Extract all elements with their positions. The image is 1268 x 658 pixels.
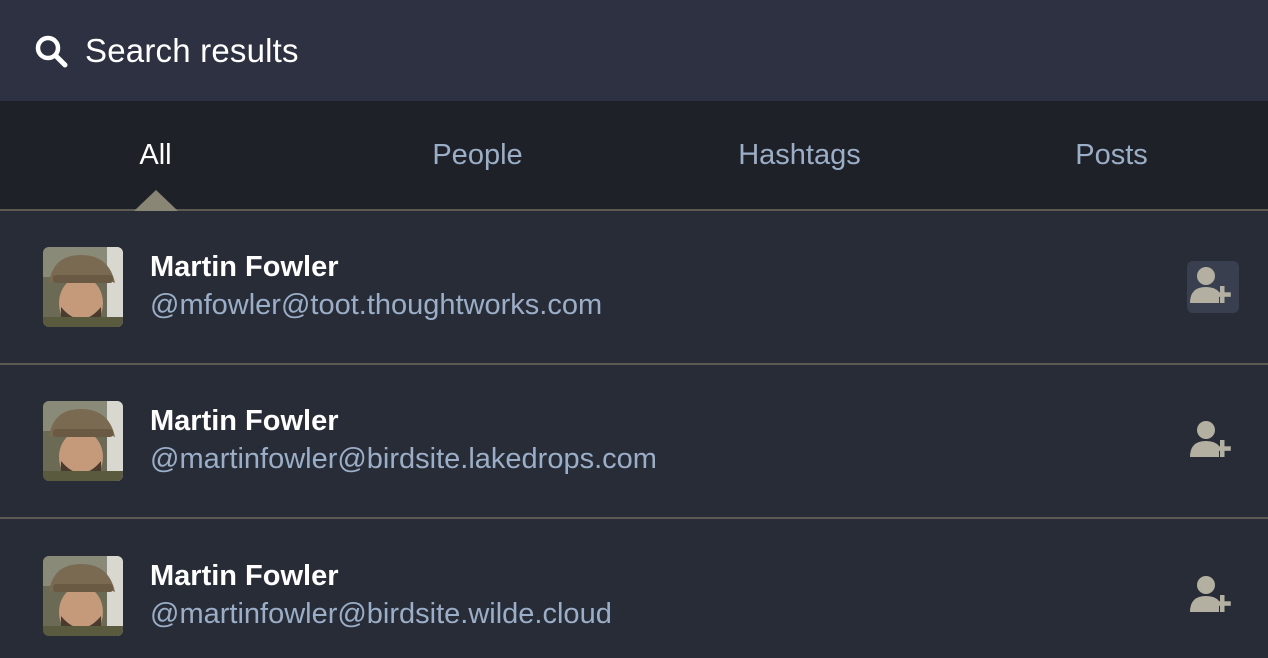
account-info: Martin Fowler @mfowler@toot.thoughtworks… [150,249,1187,325]
tab-all[interactable]: All [0,101,311,209]
tab-hashtags[interactable]: Hashtags [644,101,955,209]
list-item[interactable]: Martin Fowler @martinfowler@birdsite.wil… [0,519,1268,658]
account-info: Martin Fowler @martinfowler@birdsite.wil… [150,558,1187,634]
search-tabs: All People Hashtags Posts [0,101,1268,211]
follow-button[interactable] [1187,415,1239,467]
list-item[interactable]: Martin Fowler @mfowler@toot.thoughtworks… [0,211,1268,365]
add-user-icon [1189,265,1237,310]
account-handle: @martinfowler@birdsite.lakedrops.com [150,443,657,475]
tab-posts[interactable]: Posts [955,101,1268,209]
follow-button[interactable] [1187,570,1239,622]
list-item[interactable]: Martin Fowler @martinfowler@birdsite.lak… [0,365,1268,519]
add-user-icon [1189,419,1237,464]
display-name[interactable]: Martin Fowler [150,558,1187,594]
column-header: Search results [0,0,1268,101]
avatar[interactable] [43,556,123,636]
account-handle: @mfowler@toot.thoughtworks.com [150,289,603,321]
avatar[interactable] [43,247,123,327]
display-name[interactable]: Martin Fowler [150,403,1187,439]
results-list: Martin Fowler @mfowler@toot.thoughtworks… [0,211,1268,658]
follow-button[interactable] [1187,261,1239,313]
tab-people[interactable]: People [311,101,644,209]
account-handle: @martinfowler@birdsite.wilde.cloud [150,598,612,630]
page-title: Search results [85,31,299,69]
add-user-icon [1189,574,1237,619]
search-icon [34,34,68,68]
display-name[interactable]: Martin Fowler [150,249,1187,285]
account-info: Martin Fowler @martinfowler@birdsite.lak… [150,403,1187,479]
avatar[interactable] [43,401,123,481]
search-results-panel: Search results All People Hashtags Posts [0,0,1268,658]
